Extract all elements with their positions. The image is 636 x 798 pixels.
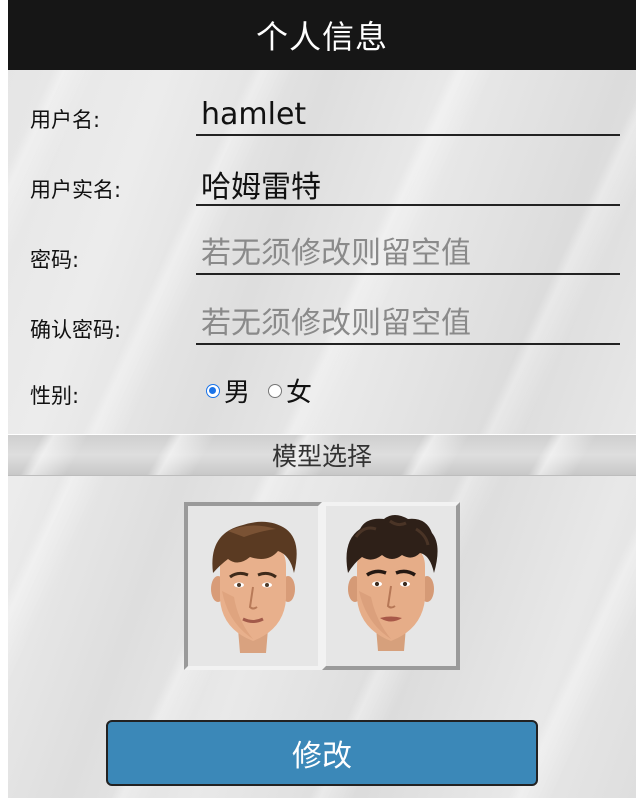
- gender-option-male-label[interactable]: 男: [224, 372, 250, 409]
- password-input[interactable]: [196, 233, 620, 273]
- username-label: 用户名:: [30, 108, 101, 132]
- confirm-password-input[interactable]: [196, 303, 620, 343]
- submit-button[interactable]: 修改: [106, 720, 538, 786]
- realname-field-wrap: [196, 164, 620, 206]
- username-field-wrap: [196, 94, 620, 136]
- gender-radio-male[interactable]: [206, 383, 220, 398]
- model-section-header: 模型选择: [8, 434, 636, 476]
- model-options: [184, 502, 460, 670]
- password-field-wrap: [196, 233, 620, 275]
- realname-label: 用户实名:: [30, 178, 122, 202]
- confirm-password-label: 确认密码:: [30, 318, 122, 342]
- male-face-model-2-icon: [346, 515, 438, 651]
- male-face-model-1-icon: [211, 521, 297, 653]
- gender-option-female-label[interactable]: 女: [286, 372, 312, 409]
- model-section-title: 模型选择: [271, 442, 372, 471]
- gender-radio-group: 男 女: [206, 372, 312, 409]
- page-header: 个人信息: [8, 0, 636, 70]
- model-option-2[interactable]: [322, 502, 460, 670]
- profile-panel: 个人信息 用户名: 用户实名: 密码: 确认密码: 性别: 男 女 模型选择: [8, 0, 636, 798]
- username-input[interactable]: [196, 94, 620, 134]
- page-title: 个人信息: [255, 18, 388, 56]
- gender-radio-female[interactable]: [268, 383, 283, 398]
- gender-label: 性别:: [30, 384, 80, 408]
- confirm-password-field-wrap: [196, 303, 620, 345]
- model-option-1[interactable]: [184, 502, 322, 670]
- submit-button-label: 修改: [292, 739, 352, 774]
- realname-input[interactable]: [196, 164, 620, 204]
- password-label: 密码:: [30, 248, 80, 272]
